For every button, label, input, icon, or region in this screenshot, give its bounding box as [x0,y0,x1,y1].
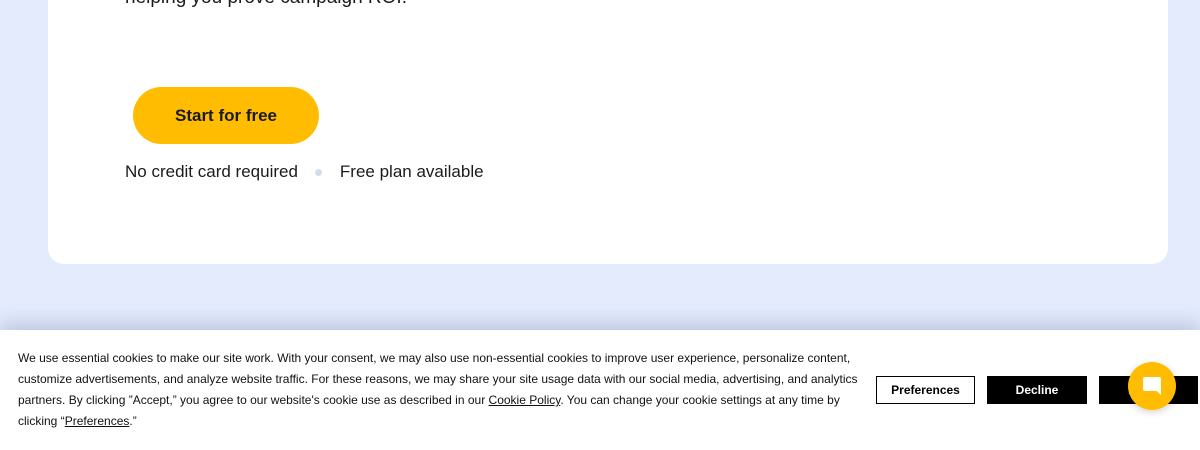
cookie-policy-link[interactable]: Cookie Policy [489,393,561,407]
perk-free-plan: Free plan available [339,162,484,181]
cookie-text-end: .” [129,414,137,428]
chat-button[interactable] [1128,362,1176,410]
chat-icon [1143,377,1161,395]
perk-no-credit-card: No credit card required [125,162,298,181]
hero-card: helping you prove campaign ROI. Start fo… [48,0,1168,264]
decline-button[interactable]: Decline [987,376,1087,404]
start-for-free-button[interactable]: Start for free [133,87,319,144]
cookie-banner: We use essential cookies to make our sit… [0,330,1200,450]
preferences-link[interactable]: Preferences [65,414,130,428]
separator-dot [314,168,322,176]
page: helping you prove campaign ROI. Start fo… [0,0,1200,450]
cookie-notice-text: We use essential cookies to make our sit… [18,348,860,432]
hero-subtext: helping you prove campaign ROI. [125,0,407,12]
perks-list: No credit card required Free plan availa… [125,162,484,182]
preferences-button[interactable]: Preferences [876,376,975,404]
